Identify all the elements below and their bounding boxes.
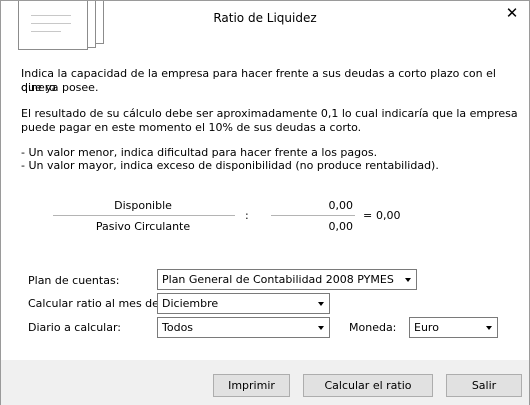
chevron-down-icon xyxy=(318,326,324,330)
month-value: Diciembre xyxy=(162,297,219,310)
right-fraction-line xyxy=(271,215,355,216)
button-bar: Imprimir Calcular el ratio Salir xyxy=(1,360,529,405)
description-line-5: - Un valor menor, indica dificultad para… xyxy=(21,146,378,159)
ratio-operator: : xyxy=(245,209,249,222)
ratio-result: 0,00 xyxy=(376,209,401,222)
diary-value: Todos xyxy=(162,321,194,334)
chevron-down-icon xyxy=(405,278,411,282)
chevron-down-icon xyxy=(486,326,492,330)
description-line-3: El resultado de su cálculo debe ser apro… xyxy=(21,107,518,120)
print-button[interactable]: Imprimir xyxy=(213,374,290,397)
diary-label: Diario a calcular: xyxy=(28,321,122,334)
chevron-down-icon xyxy=(318,302,324,306)
plan-value: Plan General de Contabilidad 2008 PYMES xyxy=(162,273,394,286)
plan-select[interactable]: Plan General de Contabilidad 2008 PYMES xyxy=(157,269,417,290)
exit-button[interactable]: Salir xyxy=(446,374,522,397)
month-label: Calcular ratio al mes de: xyxy=(28,297,163,310)
description-line-6: - Un valor mayor, indica exceso de dispo… xyxy=(21,159,439,172)
numerator-label: Disponible xyxy=(114,199,172,212)
diary-select[interactable]: Todos xyxy=(157,317,330,338)
ratio-liquidez-dialog: Ratio de Liquidez ✕ Indica la capacidad … xyxy=(0,0,530,405)
left-fraction-line xyxy=(53,215,235,216)
calculate-ratio-button[interactable]: Calcular el ratio xyxy=(303,374,433,397)
plan-label: Plan de cuentas: xyxy=(28,274,120,287)
description-line-4: puede pagar en este momento el 10% de su… xyxy=(21,121,362,134)
equals-sign: = xyxy=(363,209,373,222)
close-icon[interactable]: ✕ xyxy=(503,4,521,22)
denominator-label: Pasivo Circulante xyxy=(95,220,191,233)
month-select[interactable]: Diciembre xyxy=(157,293,330,314)
currency-value: Euro xyxy=(414,321,439,334)
description-line-2: que ya posee. xyxy=(21,81,99,94)
stacked-documents-icon xyxy=(18,1,104,50)
currency-select[interactable]: Euro xyxy=(409,317,498,338)
numerator-value: 0,00 xyxy=(328,199,354,212)
dialog-title: Ratio de Liquidez xyxy=(213,11,317,25)
denominator-value: 0,00 xyxy=(328,220,354,233)
currency-label: Moneda: xyxy=(349,321,397,334)
